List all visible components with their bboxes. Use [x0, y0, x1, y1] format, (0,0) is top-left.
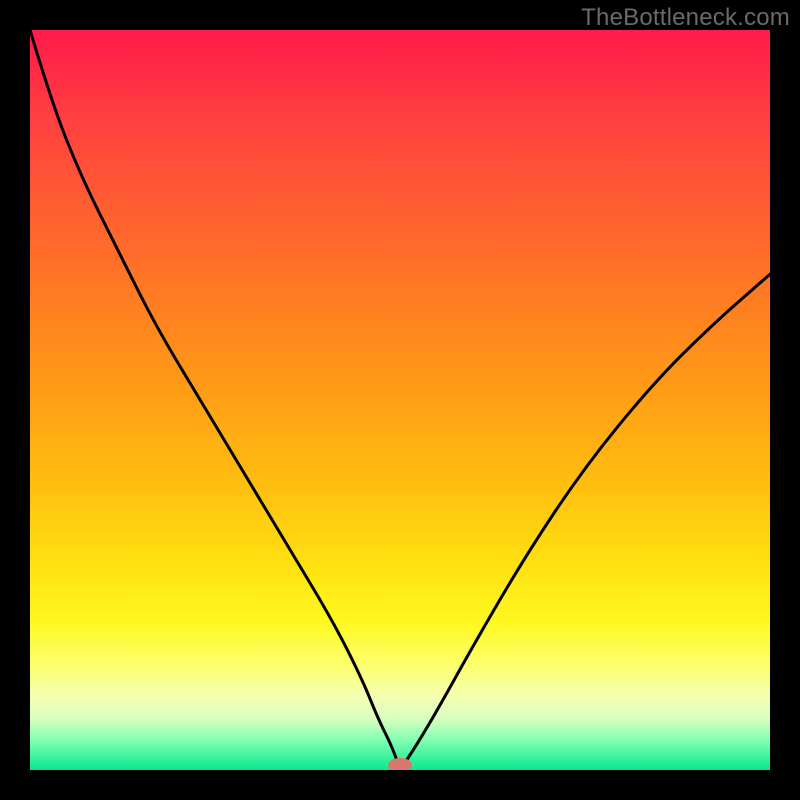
- plot-area: [30, 30, 770, 770]
- attribution-text: TheBottleneck.com: [581, 4, 790, 32]
- chart-container: TheBottleneck.com: [0, 0, 800, 800]
- bottleneck-curve: [30, 30, 770, 764]
- curve-svg: [30, 30, 770, 770]
